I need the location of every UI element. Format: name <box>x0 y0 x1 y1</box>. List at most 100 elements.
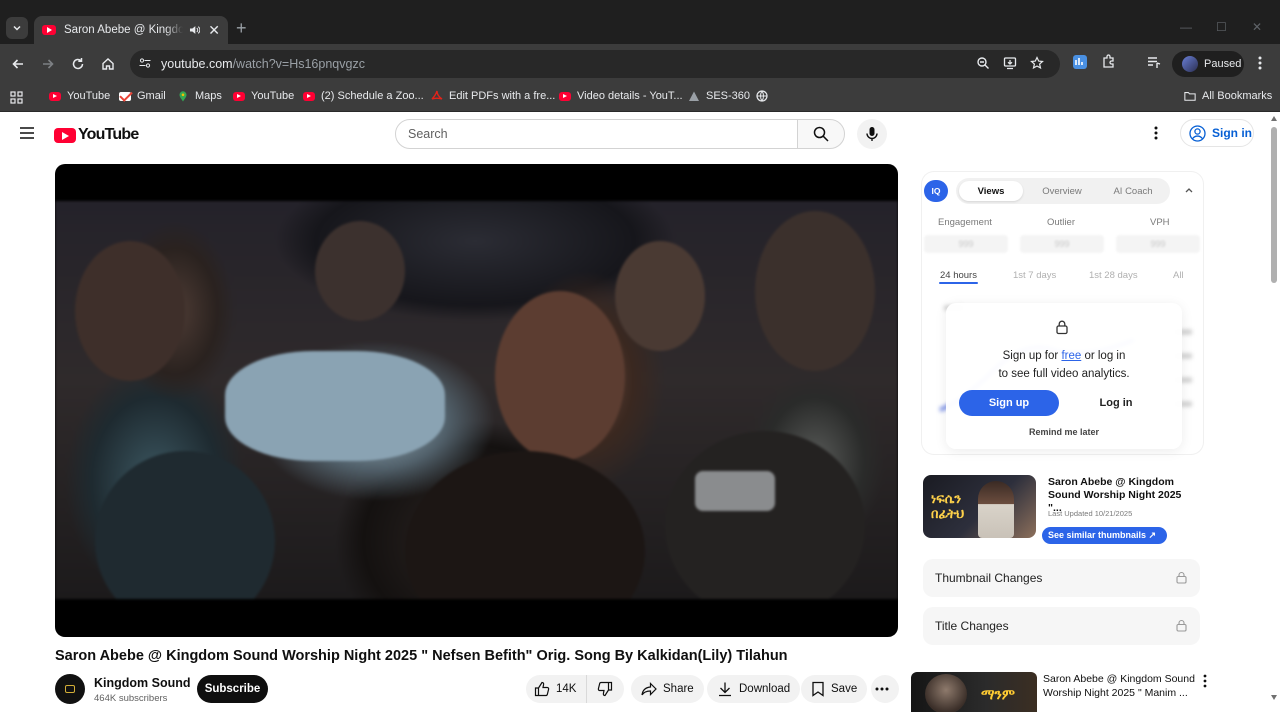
bookmark-gmail[interactable]: Gmail <box>119 90 166 102</box>
scroll-up-icon[interactable] <box>1271 116 1277 121</box>
tab-overview[interactable]: Overview <box>1030 181 1094 201</box>
bookmark-globe[interactable] <box>756 90 774 102</box>
forward-button[interactable] <box>38 54 58 74</box>
youtube-icon <box>49 91 61 101</box>
arrow-right-icon <box>43 59 54 69</box>
site-info-icon[interactable] <box>138 56 152 70</box>
sign-up-button[interactable]: Sign up <box>959 390 1059 416</box>
see-similar-thumbnails-button[interactable]: See similar thumbnails ↗ <box>1042 527 1167 544</box>
bookmark-schedule-zoom[interactable]: (2) Schedule a Zoo... <box>303 90 424 102</box>
range-first-28-days[interactable]: 1st 28 days <box>1089 270 1138 281</box>
all-bookmarks-button[interactable]: All Bookmarks <box>1184 90 1272 102</box>
remind-later-link[interactable]: Remind me later <box>946 427 1182 437</box>
metric-vph-value: 999 <box>1116 235 1200 253</box>
like-count: 14K <box>556 683 577 695</box>
range-first-7-days[interactable]: 1st 7 days <box>1013 270 1056 281</box>
youtube-icon <box>559 91 571 101</box>
range-all[interactable]: All <box>1173 270 1184 281</box>
youtube-header: YouTube Search Sign in <box>0 113 1268 155</box>
thumbs-down-icon <box>598 681 613 697</box>
folder-icon <box>1184 92 1196 101</box>
log-in-button[interactable]: Log in <box>1066 390 1166 416</box>
scroll-thumb[interactable] <box>1271 127 1277 283</box>
speaker-icon[interactable] <box>189 24 201 36</box>
search-button[interactable] <box>797 119 845 149</box>
thumbnail-changes-row[interactable]: Thumbnail Changes <box>923 559 1200 597</box>
microphone-icon <box>866 127 878 141</box>
save-button[interactable]: Save <box>801 675 868 703</box>
title-changes-row[interactable]: Title Changes <box>923 607 1200 645</box>
zoom-icon[interactable] <box>976 56 990 70</box>
reload-icon <box>72 58 84 70</box>
last-updated: Last Updated 10/21/2025 <box>1048 509 1133 518</box>
download-button[interactable]: Download <box>707 675 801 703</box>
account-icon <box>1189 124 1206 142</box>
page-scrollbar[interactable] <box>1268 113 1280 720</box>
maximize-button[interactable]: ☐ <box>1216 20 1227 34</box>
search-input[interactable]: Search <box>395 119 798 149</box>
scroll-down-icon[interactable] <box>1271 695 1277 700</box>
channel-avatar[interactable] <box>55 674 85 704</box>
chevron-up-icon[interactable] <box>1184 186 1194 194</box>
like-button[interactable]: 14K <box>526 675 588 703</box>
home-button[interactable] <box>98 54 118 74</box>
bookmark-video-details[interactable]: Video details - YouT... <box>559 90 683 102</box>
new-tab-button[interactable]: + <box>236 18 247 39</box>
settings-more-icon[interactable] <box>1154 125 1158 141</box>
apps-grid-icon[interactable] <box>10 91 23 104</box>
metric-outlier-label: Outlier <box>1047 217 1075 228</box>
thumbnail-preview[interactable]: ነፍሴን በፊትህ <box>923 475 1036 538</box>
tab-views[interactable]: Views <box>959 181 1023 201</box>
bookmark-ses-360[interactable]: SES-360 <box>688 90 750 102</box>
profile-button[interactable]: Paused <box>1172 51 1244 77</box>
browser-toolbar: youtube.com/watch?v=Hs16pnqvgzc Paused <box>0 44 1280 84</box>
lock-icon <box>1176 571 1187 584</box>
range-24-hours[interactable]: 24 hours <box>940 270 977 281</box>
metric-vph-label: VPH <box>1150 217 1170 228</box>
dislike-button[interactable] <box>587 681 619 697</box>
back-button[interactable] <box>8 54 28 74</box>
bookmark-youtube-1[interactable]: YouTube <box>49 90 110 102</box>
close-tab-icon[interactable]: ✕ <box>208 22 220 39</box>
puzzle-icon[interactable] <box>1101 54 1117 70</box>
browser-tab-bar: Saron Abebe @ Kingdom Sound Worship Nigh… <box>0 0 1280 44</box>
extension-logo: IQ <box>924 180 948 202</box>
subscribe-button[interactable]: Subscribe <box>197 675 268 703</box>
reload-button[interactable] <box>68 54 88 74</box>
avatar <box>1182 56 1198 72</box>
recommended-video-thumbnail[interactable]: ማንም <box>911 672 1037 712</box>
recommended-video-title[interactable]: Saron Abebe @ Kingdom Sound Worship Nigh… <box>1043 672 1203 700</box>
more-actions-button[interactable] <box>871 675 899 703</box>
extension-iq-icon[interactable] <box>1072 54 1088 70</box>
bookmark-maps[interactable]: Maps <box>177 90 222 102</box>
channel-name[interactable]: Kingdom Sound <box>94 676 191 690</box>
bookmark-youtube-2[interactable]: YouTube <box>233 90 294 102</box>
voice-search-button[interactable] <box>857 119 887 149</box>
thumbnail-face <box>925 674 967 712</box>
video-player[interactable] <box>55 164 898 637</box>
close-window-button[interactable]: ✕ <box>1252 20 1262 34</box>
more-vert-icon[interactable] <box>1203 674 1207 688</box>
youtube-logo[interactable]: YouTube <box>54 126 139 144</box>
menu-icon[interactable] <box>20 127 34 139</box>
extension-tabs: Views Overview AI Coach <box>956 178 1170 204</box>
more-horiz-icon <box>875 687 889 691</box>
tab-search-button[interactable] <box>6 17 28 39</box>
youtube-logo-icon <box>54 127 76 143</box>
youtube-favicon-icon <box>42 25 56 35</box>
minimize-button[interactable]: — <box>1180 20 1192 34</box>
share-button[interactable]: Share <box>631 675 704 703</box>
youtube-icon <box>303 91 315 101</box>
subscriber-count: 464K subscribers <box>94 693 168 704</box>
more-vert-icon[interactable] <box>1258 55 1262 71</box>
address-bar[interactable]: youtube.com/watch?v=Hs16pnqvgzc <box>130 50 1060 78</box>
media-control-icon[interactable] <box>1146 54 1162 70</box>
star-icon[interactable] <box>1030 56 1044 70</box>
tab-ai-coach[interactable]: AI Coach <box>1101 181 1165 201</box>
bookmark-edit-pdfs[interactable]: Edit PDFs with a fre... <box>431 90 555 102</box>
sign-in-button[interactable]: Sign in <box>1180 119 1254 147</box>
chevron-down-icon <box>13 25 21 31</box>
install-app-icon[interactable] <box>1003 56 1017 70</box>
active-tab[interactable]: Saron Abebe @ Kingdom Sound Worship Nigh… <box>34 16 228 44</box>
pdf-icon <box>431 90 443 100</box>
